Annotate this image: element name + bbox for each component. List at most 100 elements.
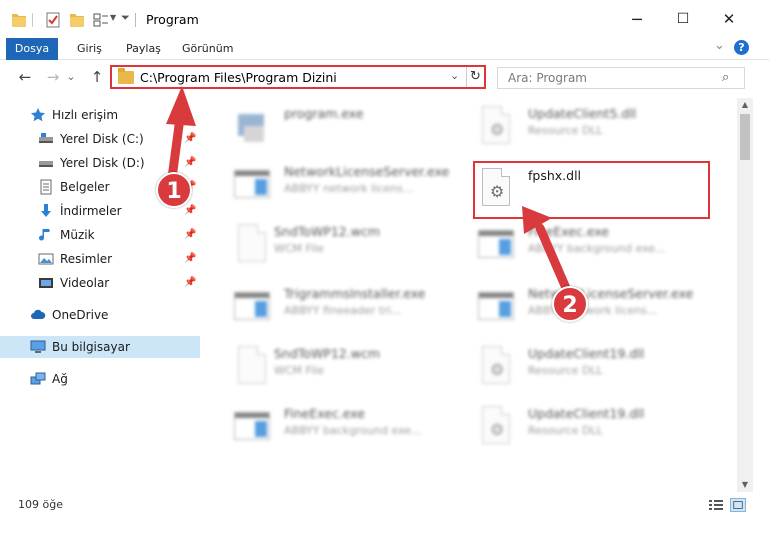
navigation-pane: Hızlı erişim Yerel Disk (C:) 📌 Yerel Dis… — [0, 100, 203, 492]
file-item[interactable]: SndToWP12.wcm WCM File — [232, 220, 472, 272]
sidebar-item-music[interactable]: Müzik 📌 — [0, 224, 200, 246]
sidebar-item-label: Ağ — [52, 372, 68, 386]
file-description: ABBYY fineeader tri... — [284, 304, 402, 317]
dll-file-icon: ⚙ — [476, 106, 516, 148]
application-icon — [232, 164, 272, 206]
application-icon — [232, 286, 272, 328]
item-count: 109 öğe — [18, 498, 63, 511]
sidebar-item-local-disk-c[interactable]: Yerel Disk (C:) 📌 — [0, 128, 200, 150]
scroll-up-icon[interactable]: ▲ — [737, 100, 753, 109]
dll-file-icon: ⚙ — [476, 406, 516, 448]
scrollbar-thumb[interactable] — [740, 114, 750, 160]
tab-view[interactable]: Görünüm — [182, 38, 233, 60]
application-icon — [232, 406, 272, 448]
up-button[interactable]: ↑ — [86, 66, 108, 88]
view-dropdown-icon[interactable]: ▼ — [110, 13, 116, 22]
file-name: UpdateClient19.dll — [528, 406, 645, 421]
download-icon — [41, 204, 51, 217]
sidebar-item-label: Belgeler — [60, 180, 110, 194]
tab-file[interactable]: Dosya — [6, 38, 58, 60]
computer-icon — [30, 340, 46, 353]
search-icon[interactable]: ⌕ — [722, 70, 729, 85]
sidebar-item-label: Hızlı erişim — [52, 108, 119, 122]
sidebar-item-label: Yerel Disk (D:) — [60, 156, 145, 170]
sidebar-item-label: Videolar — [60, 276, 110, 290]
file-item[interactable]: FineExec.exe ABBYY background exe... — [476, 220, 716, 272]
search-box[interactable]: Ara: Program ⌕ — [497, 67, 745, 89]
file-description: Resource DLL — [528, 424, 603, 437]
ribbon-expand-icon[interactable]: ⌄ — [714, 38, 725, 53]
sidebar-item-label: Yerel Disk (C:) — [60, 132, 144, 146]
documents-icon — [40, 179, 52, 195]
callout-step-1: 1 — [156, 172, 192, 208]
close-button[interactable]: ✕ — [706, 4, 752, 34]
vertical-scrollbar[interactable]: ▲ ▼ — [737, 98, 753, 492]
address-path[interactable]: C:\Program Files\Program Dizini — [140, 70, 337, 85]
sidebar-item-this-pc[interactable]: Bu bilgisayar — [0, 336, 200, 358]
file-description: Resource DLL — [528, 124, 603, 137]
details-view-icon[interactable] — [708, 498, 724, 512]
pin-icon[interactable]: 📌 — [184, 157, 196, 168]
document-file-icon — [232, 224, 272, 266]
sidebar-item-quick-access[interactable]: Hızlı erişim — [0, 104, 200, 126]
file-name: SndToWP12.wcm — [274, 224, 380, 239]
file-item[interactable]: TrigrammsInstaller.exe ABBYY fineeader t… — [232, 282, 472, 334]
help-icon[interactable]: ? — [734, 40, 749, 55]
file-item[interactable]: NetworkLicenseServer.exe ABBYY network l… — [476, 282, 716, 334]
sidebar-item-videos[interactable]: Videolar 📌 — [0, 272, 200, 294]
file-item[interactable]: ⚙ UpdateClient19.dll Resource DLL — [476, 342, 716, 394]
new-folder-icon[interactable] — [68, 10, 86, 30]
sidebar-item-label: İndirmeler — [60, 204, 122, 218]
document-file-icon — [232, 346, 272, 388]
file-item[interactable]: SndToWP12.wcm WCM File — [232, 342, 472, 394]
file-name: SndToWP12.wcm — [274, 346, 380, 361]
pin-icon[interactable]: 📌 — [184, 205, 196, 216]
file-description: ABBYY background exe... — [528, 242, 666, 255]
search-input[interactable]: Ara: Program — [508, 71, 587, 85]
file-item[interactable]: ⚙ UpdateClient5.dll Resource DLL — [476, 102, 716, 154]
file-item[interactable]: NetworkLicenseServer.exe ABBYY network l… — [232, 160, 472, 212]
sidebar-item-pictures[interactable]: Resimler 📌 — [0, 248, 200, 270]
music-icon — [39, 229, 50, 241]
file-item[interactable]: FineExec.exe ABBYY background exe... — [232, 402, 472, 454]
customize-quick-access-icon[interactable]: ⏷ — [121, 11, 130, 25]
sidebar-item-onedrive[interactable]: OneDrive — [0, 304, 200, 326]
file-name: UpdateClient5.dll — [528, 106, 637, 121]
star-icon — [31, 108, 45, 122]
title-bar: ▼ ⏷ Program ─ ☐ ✕ — [0, 0, 769, 38]
application-icon — [476, 224, 516, 266]
pin-icon[interactable]: 📌 — [184, 229, 196, 240]
forward-button[interactable]: → — [42, 66, 64, 88]
annotation-highlight-box — [473, 161, 710, 219]
ribbon-tabs: Dosya Giriş Paylaş Görünüm ⌄ ? — [0, 38, 769, 60]
address-dropdown-icon[interactable]: ⌄ — [450, 69, 459, 82]
scroll-down-icon[interactable]: ▼ — [737, 480, 753, 489]
tab-home[interactable]: Giriş — [77, 38, 102, 60]
sidebar-item-network[interactable]: Ağ — [0, 368, 200, 390]
view-options-icon[interactable] — [92, 10, 110, 30]
sidebar-item-local-disk-d[interactable]: Yerel Disk (D:) 📌 — [0, 152, 200, 174]
refresh-button[interactable]: ↻ — [466, 67, 484, 87]
file-description: ABBYY network licens... — [284, 182, 414, 195]
sidebar-item-label: Müzik — [60, 228, 95, 242]
large-icons-view-icon[interactable] — [730, 498, 746, 512]
recent-locations-button[interactable]: ⌄ — [64, 66, 78, 88]
tab-share[interactable]: Paylaş — [126, 38, 161, 60]
cloud-icon — [31, 309, 46, 319]
properties-icon[interactable] — [44, 10, 62, 30]
pin-icon[interactable]: 📌 — [184, 253, 196, 264]
back-button[interactable]: ← — [14, 66, 36, 88]
drive-icon — [39, 133, 53, 143]
file-name: FineExec.exe — [528, 224, 609, 239]
pin-icon[interactable]: 📌 — [184, 133, 196, 144]
sidebar-item-label: Resimler — [60, 252, 113, 266]
maximize-button[interactable]: ☐ — [660, 4, 706, 34]
file-item[interactable]: program.exe — [232, 102, 472, 154]
file-description: WCM File — [274, 364, 324, 377]
window-title: Program — [146, 12, 199, 27]
navigation-bar: ← → ⌄ ↑ C:\Program Files\Program Dizini … — [0, 62, 769, 92]
address-bar[interactable]: C:\Program Files\Program Dizini ⌄ ↻ — [110, 65, 486, 89]
pin-icon[interactable]: 📌 — [184, 277, 196, 288]
minimize-button[interactable]: ─ — [614, 4, 660, 34]
file-item[interactable]: ⚙ UpdateClient19.dll Resource DLL — [476, 402, 716, 454]
